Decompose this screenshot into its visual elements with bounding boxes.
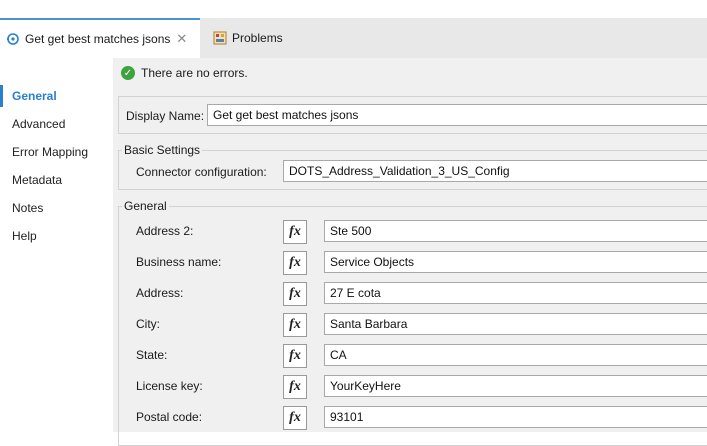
sidebar-item-error-mapping[interactable]: Error Mapping (0, 141, 113, 163)
problems-icon (213, 31, 227, 45)
sidebar-item-help[interactable]: Help (0, 225, 113, 247)
connector-icon (6, 32, 20, 46)
address-label: Address: (136, 286, 184, 300)
status-line: ✓ There are no errors. (121, 66, 248, 80)
sidebar-item-metadata[interactable]: Metadata (0, 169, 113, 191)
connector-configuration-label: Connector configuration: (136, 165, 267, 179)
close-icon[interactable]: ✕ (176, 31, 187, 47)
fx-button[interactable]: fx (283, 344, 307, 368)
display-name-input[interactable] (207, 104, 707, 126)
window-top-strip (0, 0, 707, 18)
connector-configuration-field[interactable] (283, 160, 707, 182)
general-title: General (122, 199, 169, 213)
city-label: City: (136, 317, 160, 331)
check-icon: ✓ (121, 66, 135, 80)
postal-code-label: Postal code: (136, 410, 203, 424)
tab-get-best-matches[interactable]: Get get best matches jsons ✕ (0, 18, 200, 58)
fx-button[interactable]: fx (283, 220, 307, 244)
display-name-label: Display Name: (126, 109, 205, 123)
status-message: There are no errors. (141, 66, 248, 80)
fx-button[interactable]: fx (283, 313, 307, 337)
fx-button[interactable]: fx (283, 406, 307, 430)
tab-problems[interactable]: Problems (205, 18, 325, 58)
license-key-input[interactable] (324, 375, 707, 397)
properties-sidebar: General Advanced Error Mapping Metadata … (0, 58, 113, 432)
sidebar-item-notes[interactable]: Notes (0, 197, 113, 219)
sidebar-item-general[interactable]: General (0, 85, 113, 107)
business-name-label: Business name: (136, 255, 222, 269)
business-name-input[interactable] (324, 251, 707, 273)
state-input[interactable] (324, 344, 707, 366)
city-input[interactable] (324, 313, 707, 335)
editor-tab-bar: Get get best matches jsons ✕ Problems (0, 18, 707, 58)
address-2-input[interactable] (324, 220, 707, 242)
fx-button[interactable]: fx (283, 251, 307, 275)
sidebar-item-advanced[interactable]: Advanced (0, 113, 113, 135)
state-label: State: (136, 348, 168, 362)
tab-label: Problems (232, 31, 283, 45)
postal-code-input[interactable] (324, 406, 707, 428)
general-group: Address 2: fx Business name: fx Address:… (118, 206, 707, 446)
fx-button[interactable]: fx (283, 375, 307, 399)
address-input[interactable] (324, 282, 707, 304)
address-2-label: Address 2: (136, 224, 194, 238)
basic-settings-group: Connector configuration: (118, 150, 707, 190)
properties-panel: ✓ There are no errors. Display Name: Con… (113, 58, 707, 446)
license-key-label: License key: (136, 379, 203, 393)
fx-button[interactable]: fx (283, 282, 307, 306)
basic-settings-title: Basic Settings (122, 143, 203, 157)
tab-label: Get get best matches jsons (25, 32, 171, 46)
display-name-box: Display Name: (118, 96, 707, 134)
